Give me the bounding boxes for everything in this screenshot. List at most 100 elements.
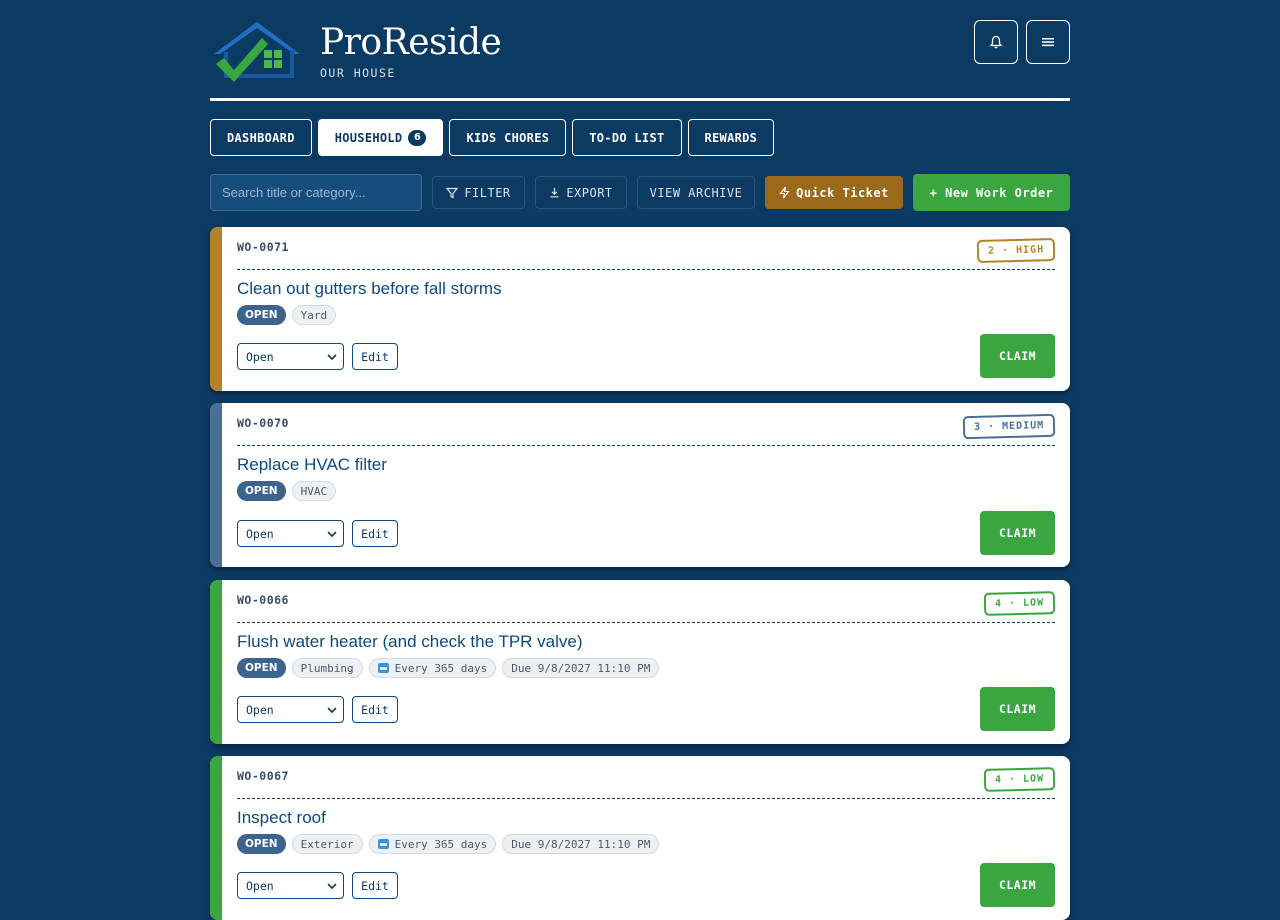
brand-subtitle: OUR HOUSE: [320, 66, 396, 80]
priority-stripe: [210, 756, 222, 920]
work-order-id: WO-0066: [237, 593, 289, 607]
toolbar: FILTER EXPORT VIEW ARCHIVE Quick Ticket …: [210, 174, 1070, 211]
work-order-card: WO-0071 2 · HIGH Clean out gutters befor…: [210, 227, 1070, 391]
work-order-card: WO-0066 4 · LOW Flush water heater (and …: [210, 580, 1070, 744]
recurrence-chip: Every 365 days: [368, 658, 497, 678]
due-date-chip: Due 9/8/2027 11:10 PM: [502, 834, 660, 854]
quick-ticket-button[interactable]: Quick Ticket: [765, 176, 903, 209]
chevron-down-icon: [327, 706, 337, 713]
view-archive-button[interactable]: VIEW ARCHIVE: [637, 176, 755, 209]
brand: ProReside OUR HOUSE: [320, 22, 502, 80]
edit-button[interactable]: Edit: [352, 520, 398, 547]
chevron-down-icon: [327, 882, 337, 889]
edit-button[interactable]: Edit: [352, 343, 398, 370]
status-select[interactable]: Open: [237, 343, 344, 370]
notifications-button[interactable]: [974, 20, 1018, 64]
status-select[interactable]: Open: [237, 872, 344, 899]
status-badge: OPEN: [237, 834, 286, 854]
search-input[interactable]: [210, 174, 422, 211]
chevron-down-icon: [327, 530, 337, 537]
claim-button[interactable]: CLAIM: [980, 511, 1055, 555]
divider: [237, 798, 1055, 799]
filter-icon: [446, 187, 459, 198]
work-order-id: WO-0071: [237, 240, 289, 254]
claim-button[interactable]: CLAIM: [980, 334, 1055, 378]
edit-button[interactable]: Edit: [352, 696, 398, 723]
count-badge: 6: [408, 129, 427, 146]
lightning-icon: [779, 186, 790, 199]
priority-stripe: [210, 227, 222, 391]
tab-dashboard[interactable]: DASHBOARD: [210, 119, 312, 156]
tab-label: DASHBOARD: [227, 130, 295, 145]
divider: [237, 622, 1055, 623]
bell-icon: [989, 35, 1003, 49]
tab-label: KIDS CHORES: [466, 130, 550, 145]
app-container: ProReside OUR HOUSE DASHBOARD HOUSEHOLD 6…: [210, 0, 1070, 920]
tab-rewards[interactable]: REWARDS: [687, 119, 775, 156]
recurrence-text: Every 365 days: [394, 837, 488, 851]
export-button[interactable]: EXPORT: [535, 176, 627, 209]
filter-button[interactable]: FILTER: [432, 176, 525, 209]
tab-label: HOUSEHOLD: [334, 130, 403, 145]
work-order-title: Replace HVAC filter: [237, 455, 387, 474]
filter-label: FILTER: [464, 185, 511, 200]
divider: [237, 269, 1055, 270]
status-select-value: Open: [246, 702, 274, 717]
status-badge: OPEN: [237, 305, 286, 325]
priority-stripe: [210, 403, 222, 567]
chevron-down-icon: [327, 353, 337, 360]
download-icon: [550, 188, 559, 198]
due-date-chip: Due 9/8/2027 11:10 PM: [502, 658, 660, 678]
chip-row: OPEN Plumbing Every 365 days Due 9/8/202…: [237, 658, 660, 678]
work-order-title: Inspect roof: [237, 808, 326, 827]
work-order-card: WO-0070 3 · MEDIUM Replace HVAC filter O…: [210, 403, 1070, 567]
brand-title: ProReside: [320, 22, 502, 63]
priority-badge: 3 · MEDIUM: [962, 413, 1056, 440]
new-work-order-label: + New Work Order: [929, 185, 1054, 200]
status-select-value: Open: [246, 526, 274, 541]
status-select-value: Open: [246, 878, 274, 893]
priority-badge: 4 · LOW: [983, 591, 1056, 616]
status-select[interactable]: Open: [237, 520, 344, 547]
tab-label: REWARDS: [704, 130, 758, 145]
category-chip: Exterior: [291, 834, 363, 854]
tab-todo-list[interactable]: TO-DO LIST: [572, 119, 682, 156]
divider: [237, 445, 1055, 446]
work-order-title: Flush water heater (and check the TPR va…: [237, 632, 583, 651]
calendar-icon: [377, 839, 389, 849]
work-order-id: WO-0070: [237, 416, 289, 430]
claim-button[interactable]: CLAIM: [980, 863, 1055, 907]
tab-bar: DASHBOARD HOUSEHOLD 6 KIDS CHORES TO-DO L…: [210, 119, 775, 156]
recurrence-text: Every 365 days: [394, 661, 488, 675]
edit-button[interactable]: Edit: [352, 872, 398, 899]
status-badge: OPEN: [237, 481, 286, 501]
priority-badge: 2 · HIGH: [976, 237, 1056, 264]
work-order-card: WO-0067 4 · LOW Inspect roof OPEN Exteri…: [210, 756, 1070, 920]
category-chip: HVAC: [291, 481, 337, 501]
category-chip: Yard: [291, 305, 337, 325]
category-chip: Plumbing: [291, 658, 363, 678]
quick-ticket-label: Quick Ticket: [796, 185, 889, 200]
priority-stripe: [210, 580, 222, 744]
status-badge: OPEN: [237, 658, 286, 678]
chip-row: OPEN Yard: [237, 305, 337, 325]
status-select-value: Open: [246, 349, 274, 364]
chip-row: OPEN Exterior Every 365 days Due 9/8/202…: [237, 834, 660, 854]
tab-kids-chores[interactable]: KIDS CHORES: [449, 119, 567, 156]
new-work-order-button[interactable]: + New Work Order: [913, 174, 1070, 211]
status-select[interactable]: Open: [237, 696, 344, 723]
work-order-id: WO-0067: [237, 769, 289, 783]
house-check-logo-icon: [214, 22, 300, 82]
export-label: EXPORT: [566, 185, 613, 200]
hamburger-icon: [1042, 38, 1054, 47]
archive-label: VIEW ARCHIVE: [649, 185, 743, 200]
chip-row: OPEN HVAC: [237, 481, 337, 501]
recurrence-chip: Every 365 days: [368, 834, 497, 854]
calendar-icon: [377, 663, 389, 673]
tab-label: TO-DO LIST: [589, 130, 665, 145]
tab-household[interactable]: HOUSEHOLD 6: [317, 119, 444, 156]
menu-button[interactable]: [1026, 20, 1070, 64]
claim-button[interactable]: CLAIM: [980, 687, 1055, 731]
work-order-title: Clean out gutters before fall storms: [237, 279, 502, 298]
header: ProReside OUR HOUSE: [210, 0, 1070, 101]
